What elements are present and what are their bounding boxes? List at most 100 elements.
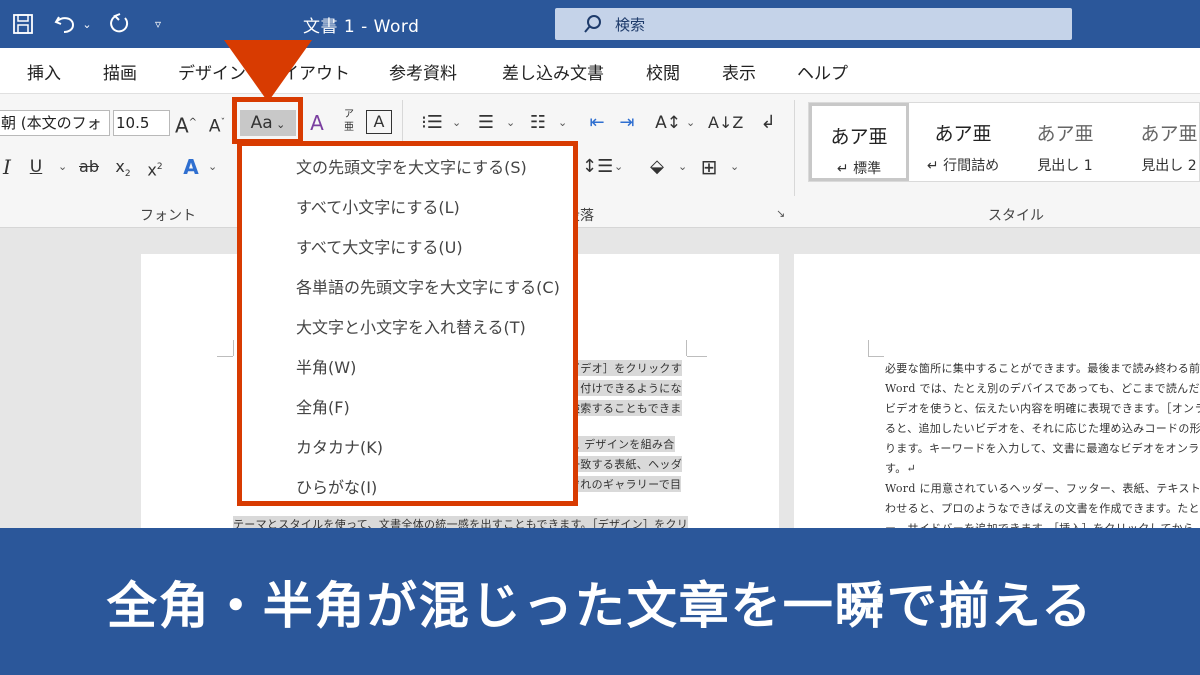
tab-review[interactable]: 校閲 [646, 59, 680, 84]
doc-text-line: Word に用意されているヘッダー、フッター、表紙、テキスト [885, 482, 1200, 495]
shading-chevron-icon[interactable]: ⌄ [678, 154, 687, 180]
style-sample: あア亜 [1036, 123, 1094, 145]
caption-text: 全角・半角が混じった文章を一瞬で揃える [106, 576, 1094, 635]
paragraph-dialog-launcher-icon[interactable]: ↘ [776, 207, 785, 220]
menu-item-half-width[interactable]: 半角(W) [296, 353, 356, 383]
style-name: ↵ 標準 [836, 161, 882, 177]
doc-text-line: テーマとスタイルを使って、文書全体の統一感を出すこともできます。［デザイン］をク… [233, 516, 689, 528]
search-icon [584, 15, 601, 33]
document-area: ビデオ］をクリックす り付けできるようにな 検索することもできま ス デザインを… [0, 228, 1200, 528]
line-spacing-icon[interactable]: ↕☰ [582, 154, 613, 180]
font-name-box[interactable]: 朝 (本文のフォ [0, 110, 110, 136]
increase-indent-icon[interactable]: ⇥ [614, 110, 640, 136]
search-placeholder: 検索 [615, 15, 646, 34]
numbering-icon[interactable]: ☰ [472, 110, 500, 136]
sort-icon[interactable]: A↓Z [708, 110, 743, 136]
doc-text-line: り付けできるようにな [569, 380, 682, 396]
document-title: 文書 1 - Word [303, 17, 420, 37]
grow-font-icon[interactable]: A^ [173, 110, 199, 138]
menu-item-sentence-case[interactable]: 文の先頭文字を大文字にする(S) [296, 153, 527, 183]
doc-text-line: ス デザインを組み合 [569, 436, 675, 452]
doc-text-line: ると、追加したいビデオを、それに応じた埋め込みコードの形式 [885, 422, 1200, 435]
redo-icon[interactable] [104, 9, 134, 39]
customize-qat-icon[interactable]: ▿ [150, 9, 166, 39]
superscript-icon[interactable]: x2 [144, 154, 166, 180]
crop-mark [687, 356, 707, 357]
show-formatting-icon[interactable]: ↲ [754, 110, 782, 136]
document-page-right[interactable]: 必要な箇所に集中することができます。最後まで読み終わる前 Word では、たとえ… [794, 254, 1200, 528]
style-name: 見出し 1 [1037, 158, 1093, 174]
doc-text-line: ぞれのギャラリーで目 [569, 476, 682, 492]
caption-banner: 全角・半角が混じった文章を一瞬で揃える [0, 528, 1200, 675]
text-effects-icon[interactable]: A [180, 154, 202, 180]
crop-mark [868, 356, 884, 357]
style-sample: あア亜 [934, 123, 992, 145]
tab-view[interactable]: 表示 [722, 59, 756, 84]
style-name: 見出し 2 [1141, 158, 1197, 174]
group-label-styles: スタイル [988, 208, 1044, 224]
doc-text-line: 検索することもできま [569, 400, 682, 416]
crop-mark [686, 340, 687, 356]
menu-item-katakana[interactable]: カタカナ(K) [296, 433, 383, 463]
menu-item-toggle-case[interactable]: 大文字と小文字を入れ替える(T) [296, 313, 526, 343]
doc-text-line: わせると、プロのようなできばえの文書を作成できます。たと [885, 502, 1200, 515]
style-heading-2[interactable]: あア亜 見出し 2 [1119, 103, 1200, 181]
line-spacing-chevron-icon[interactable]: ⌄ [614, 154, 623, 180]
decrease-indent-icon[interactable]: ⇤ [584, 110, 610, 136]
save-icon[interactable] [8, 9, 38, 39]
search-box[interactable]: 検索 [555, 8, 1072, 40]
tab-draw[interactable]: 描画 [103, 59, 137, 84]
character-border-icon[interactable]: A [366, 110, 392, 134]
style-normal[interactable]: あア亜 ↵ 標準 [809, 103, 909, 181]
tab-insert[interactable]: 挿入 [27, 59, 61, 84]
menu-item-full-width[interactable]: 全角(F) [296, 393, 350, 423]
borders-icon[interactable]: ⊞ [696, 154, 722, 180]
tab-mailings[interactable]: 差し込み文書 [502, 59, 604, 84]
shading-icon[interactable]: ⬙ [644, 154, 670, 180]
change-case-menu: 文の先頭文字を大文字にする(S) すべて小文字にする(L) すべて大文字にする(… [237, 141, 578, 506]
crop-mark [868, 340, 869, 356]
group-label-font: フォント [140, 208, 196, 224]
subscript-icon[interactable]: x2 [112, 154, 134, 180]
crop-mark [233, 340, 234, 356]
text-direction-chevron-icon[interactable]: ⌄ [686, 110, 695, 136]
callout-arrow-icon [224, 40, 312, 102]
paragraph-styles-divider [794, 100, 795, 196]
style-heading-1[interactable]: あア亜 見出し 1 [1015, 103, 1115, 181]
strikethrough-icon[interactable]: ab [76, 154, 102, 180]
doc-text-line: Word では、たとえ別のデバイスであっても、どこまで読んだ [885, 382, 1200, 395]
font-size-box[interactable]: 10.5 [113, 110, 170, 136]
style-sample: あア亜 [830, 126, 888, 148]
menu-item-lowercase[interactable]: すべて小文字にする(L) [296, 193, 460, 223]
tab-references[interactable]: 参考資料 [389, 59, 457, 84]
clear-formatting-icon[interactable]: A [304, 110, 330, 136]
multilevel-list-icon[interactable]: ☷ [524, 110, 552, 136]
multilevel-chevron-icon[interactable]: ⌄ [558, 110, 567, 136]
numbering-chevron-icon[interactable]: ⌄ [506, 110, 515, 136]
borders-chevron-icon[interactable]: ⌄ [730, 154, 739, 180]
italic-icon[interactable]: I [0, 154, 14, 180]
menu-item-hiragana[interactable]: ひらがな(I) [296, 473, 377, 503]
menu-item-uppercase[interactable]: すべて大文字にする(U) [296, 233, 463, 263]
text-effects-chevron-icon[interactable]: ⌄ [208, 154, 217, 180]
doc-text-line: す。↵ [885, 462, 917, 475]
style-name: ↵ 行間詰め [926, 158, 1000, 174]
ribbon-tabs: 挿入 描画 デザイン レイアウト 参考資料 差し込み文書 校閲 表示 ヘルプ [0, 48, 1200, 94]
style-sample: あア亜 [1140, 123, 1198, 145]
change-case-highlight [232, 97, 303, 144]
undo-icon[interactable] [50, 9, 80, 39]
underline-chevron-icon[interactable]: ⌄ [58, 154, 67, 180]
doc-text-line: ビデオを使うと、伝えたい内容を明確に表現できます。［オンラ [885, 402, 1200, 415]
menu-item-capitalize-each-word[interactable]: 各単語の先頭文字を大文字にする(C) [296, 273, 560, 303]
tab-help[interactable]: ヘルプ [797, 59, 848, 84]
bullets-chevron-icon[interactable]: ⌄ [452, 110, 461, 136]
doc-text-line: ー、サイドバーを追加できます。［挿入］をクリックしてから、 [885, 520, 1200, 528]
style-no-spacing[interactable]: あア亜 ↵ 行間詰め [913, 103, 1013, 181]
underline-icon[interactable]: U [26, 154, 46, 180]
shrink-font-icon[interactable]: Aˇ [204, 110, 230, 137]
phonetic-guide-icon[interactable]: ア亜 [336, 108, 362, 134]
bullets-icon[interactable]: ⁝☰ [418, 110, 446, 136]
text-direction-icon[interactable]: A↕ [654, 110, 682, 136]
doc-text-line: ります。キーワードを入力して、文書に最適なビデオをオンライ [885, 442, 1200, 455]
undo-dropdown-chevron-icon[interactable]: ⌄ [80, 9, 94, 39]
